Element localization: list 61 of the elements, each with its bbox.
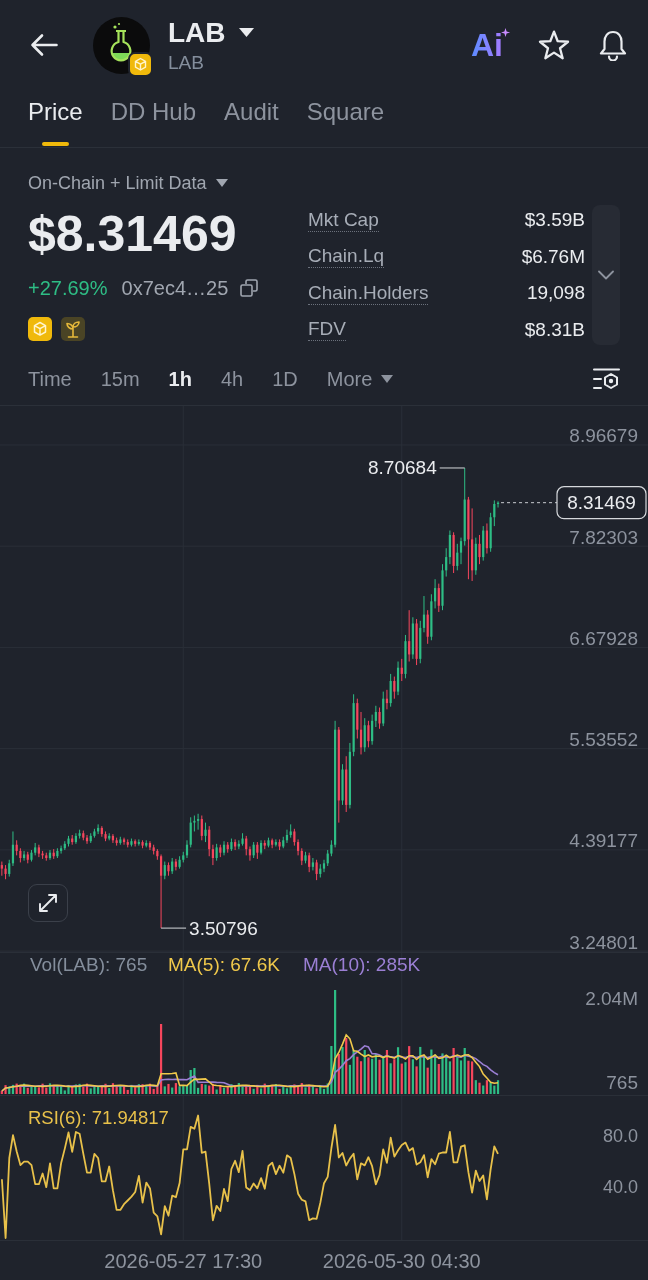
bell-icon[interactable]: [598, 29, 628, 61]
copy-icon[interactable]: [240, 279, 259, 297]
stat-label: Chain.Lq: [308, 245, 385, 268]
interval-tab[interactable]: 1D: [272, 367, 298, 391]
sprout-tile-icon[interactable]: [61, 317, 85, 341]
star-icon[interactable]: [538, 30, 570, 60]
cube-tile-icon[interactable]: [28, 317, 52, 341]
tab[interactable]: DD Hub: [110, 97, 197, 146]
price-change: +27.69%: [28, 276, 108, 300]
rsi-legend-label: RSI(6): 71.94817: [28, 1106, 169, 1128]
stat-value: $6.76M: [521, 245, 585, 268]
y-axis-tick-label: 8.96679: [569, 425, 638, 447]
caret-down-icon: [238, 28, 254, 37]
y-axis-tick-label: 3.24801: [569, 931, 638, 952]
stat-label: Chain.Holders: [308, 281, 429, 305]
stat-label: FDV: [308, 318, 346, 341]
cube-badge-icon: [128, 51, 153, 77]
price-leader-line: [160, 927, 187, 929]
volume-axis-label: 765: [606, 1071, 638, 1093]
sparkle-icon: [501, 28, 510, 37]
caret-down-icon: [215, 179, 228, 187]
chart-settings-icon[interactable]: [593, 366, 620, 392]
tab[interactable]: Square: [306, 97, 385, 146]
stat-value: 19,098: [526, 282, 585, 304]
interval-tab[interactable]: 4h: [220, 367, 244, 391]
y-axis-tick-label: 5.53552: [569, 729, 638, 751]
volume-legend-label: MA(5): 67.6K: [168, 953, 280, 975]
volume-legend-label: Vol(LAB): 765: [30, 953, 148, 975]
stat-label: Mkt Cap: [308, 208, 379, 232]
y-axis-tick-label: 6.67928: [569, 627, 638, 649]
chevron-down-icon: [598, 270, 614, 280]
stat-value: $3.59B: [524, 209, 585, 231]
current-price-tag: 8.31469: [556, 486, 647, 520]
time-axis-label: 2026-05-27 17:30: [104, 1250, 263, 1272]
y-axis-tick-label: 7.82303: [569, 526, 638, 548]
token-subtitle: LAB: [168, 51, 204, 74]
token-selector[interactable]: LAB: [168, 16, 254, 49]
tab[interactable]: Price: [28, 97, 83, 146]
interval-tab[interactable]: 15m: [100, 367, 140, 391]
price-extreme-label: 3.50796: [189, 917, 258, 939]
back-arrow-icon[interactable]: [30, 33, 58, 57]
stat-value: $8.31B: [524, 318, 585, 341]
rsi-axis-label: 80.0: [602, 1126, 638, 1146]
caret-down-icon: [381, 375, 394, 383]
interval-tab[interactable]: 1h: [168, 367, 192, 391]
price-extreme-label: 8.70684: [368, 457, 437, 479]
expand-chart-button[interactable]: [28, 884, 68, 922]
data-source-dropdown[interactable]: On-Chain + Limit Data: [28, 173, 228, 193]
volume-axis-label: 2.04M: [585, 987, 638, 1009]
last-price: $8.31469: [28, 205, 238, 263]
price-leader-line: [439, 467, 466, 469]
time-axis-label: 2026-05-30 04:30: [322, 1250, 481, 1272]
tab[interactable]: Audit: [224, 97, 279, 146]
rsi-axis-label: 40.0: [602, 1177, 638, 1197]
volume-legend-label: MA(10): 285K: [303, 953, 421, 975]
interval-tab[interactable]: Time: [28, 367, 72, 391]
contract-address: 0x7ec4…25: [121, 276, 229, 300]
price-guide-line: [500, 502, 558, 504]
y-axis-tick-label: 4.39177: [569, 830, 638, 852]
expand-arrows-icon: [37, 892, 59, 914]
more-intervals-dropdown[interactable]: More: [326, 367, 394, 391]
